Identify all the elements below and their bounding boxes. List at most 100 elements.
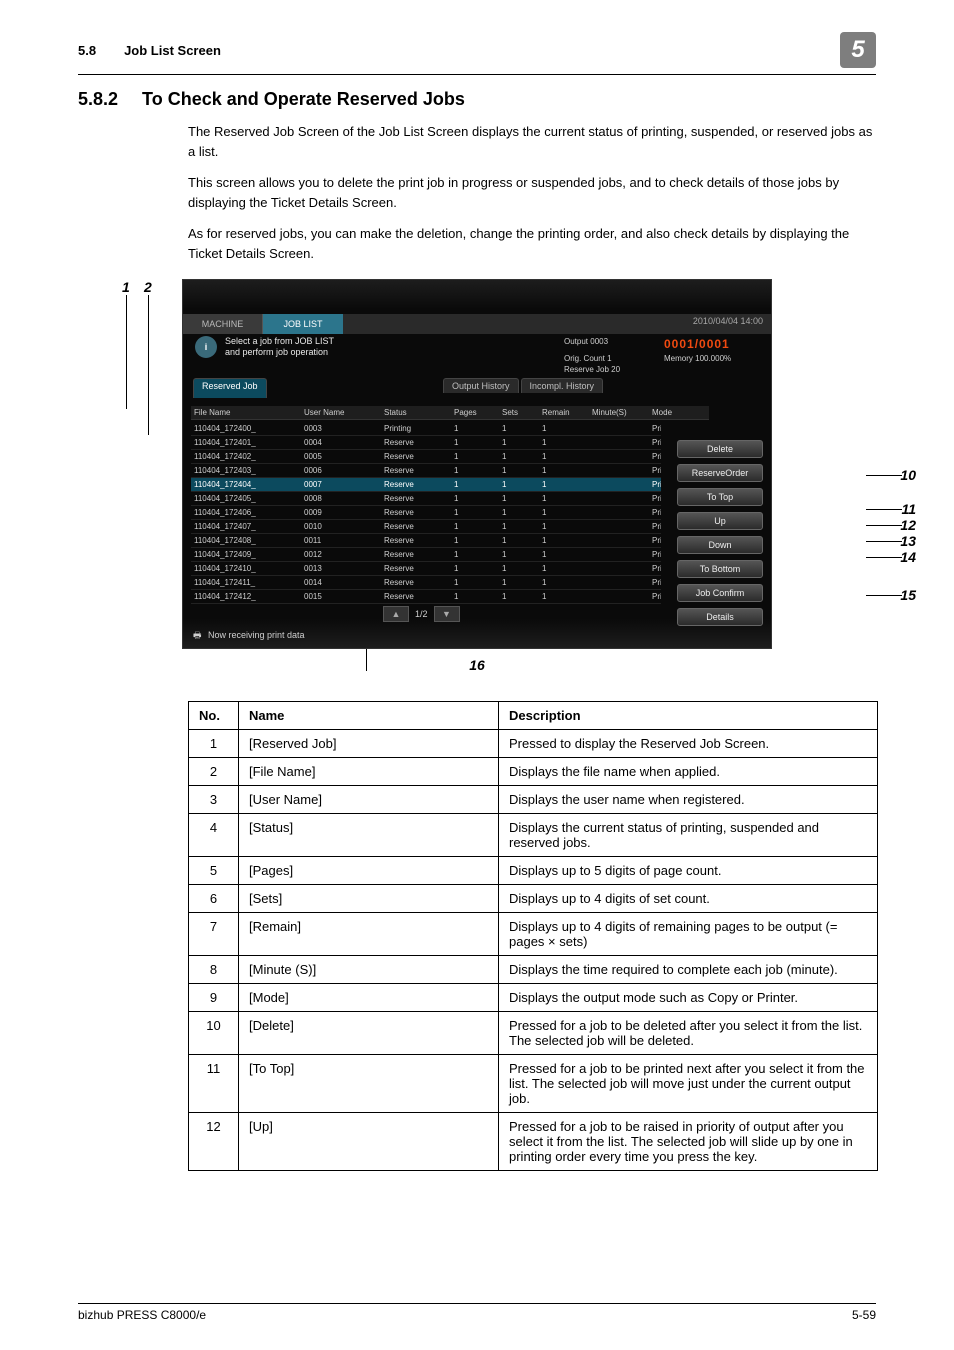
paragraph-3: As for reserved jobs, you can make the d… xyxy=(188,224,876,263)
job-cell: 1 xyxy=(451,436,499,450)
tab-reserved-job[interactable]: Reserved Job xyxy=(193,378,267,398)
job-row[interactable]: 110404_172403_0006Reserve111Printer xyxy=(191,464,661,478)
job-confirm-button[interactable]: Job Confirm xyxy=(677,584,763,602)
job-cell: Printer xyxy=(649,436,661,450)
table-row: 8[Minute (S)]Displays the time required … xyxy=(189,956,878,984)
status-line: 🖶 Now receiving print data xyxy=(193,628,305,644)
job-cell: Reserve xyxy=(381,562,451,576)
job-row[interactable]: 110404_172410_0013Reserve111Printer xyxy=(191,562,661,576)
cell-desc: Pressed for a job to be printed next aft… xyxy=(499,1055,878,1113)
cell-no: 8 xyxy=(189,956,239,984)
job-cell: 1 xyxy=(451,450,499,464)
job-cell: 1 xyxy=(499,464,539,478)
chapter-badge: 5 xyxy=(840,32,876,68)
job-cell: Reserve xyxy=(381,436,451,450)
job-cell: Reserve xyxy=(381,548,451,562)
heading-number: 5.8.2 xyxy=(78,89,118,110)
stat-reserve: Reserve Job 20 xyxy=(561,364,661,376)
table-row: 4[Status]Displays the current status of … xyxy=(189,814,878,857)
job-cell: Printer xyxy=(649,492,661,506)
machine-tab[interactable]: MACHINE xyxy=(183,314,263,334)
job-cell xyxy=(589,562,649,576)
cell-desc: Pressed to display the Reserved Job Scre… xyxy=(499,730,878,758)
callout-1: 1 xyxy=(122,279,130,295)
job-cell xyxy=(589,422,649,436)
cell-name: [Up] xyxy=(239,1113,499,1171)
job-cell: 110404_172403_ xyxy=(191,464,301,478)
job-cell: Reserve xyxy=(381,506,451,520)
job-cell: 1 xyxy=(539,520,589,534)
callout-2: 2 xyxy=(144,279,152,295)
cell-name: [Pages] xyxy=(239,857,499,885)
job-row[interactable]: 110404_172400_0003Printing111Printer xyxy=(191,422,661,436)
job-cell: 0009 xyxy=(301,506,381,520)
section-number: 5.8 xyxy=(78,43,96,58)
job-cell: 0006 xyxy=(301,464,381,478)
job-row[interactable]: 110404_172406_0009Reserve111Printer xyxy=(191,506,661,520)
cell-no: 11 xyxy=(189,1055,239,1113)
job-cell: 1 xyxy=(539,464,589,478)
page-prev[interactable]: ▲ xyxy=(383,606,409,622)
reserve-order-button[interactable]: ReserveOrder xyxy=(677,464,763,482)
job-cell: Printer xyxy=(649,576,661,590)
to-bottom-button[interactable]: To Bottom xyxy=(677,560,763,578)
page-next[interactable]: ▼ xyxy=(434,606,460,622)
callout-14: 14 xyxy=(900,549,916,565)
side-button-panel: Delete ReserveOrder To Top Up Down To Bo… xyxy=(677,440,763,626)
screenshot-figure: 1 2 3 4 5 6 7 8 9 10 11 12 13 14 15 xyxy=(78,279,876,649)
details-button[interactable]: Details xyxy=(677,608,763,626)
page-indicator: 1/2 xyxy=(415,609,428,619)
job-cell: 1 xyxy=(499,562,539,576)
cell-name: [Mode] xyxy=(239,984,499,1012)
th-name: Name xyxy=(239,702,499,730)
job-cell: 1 xyxy=(451,562,499,576)
col-user: User Name xyxy=(301,406,381,420)
job-cell: 1 xyxy=(451,422,499,436)
job-cell: 1 xyxy=(499,576,539,590)
down-button[interactable]: Down xyxy=(677,536,763,554)
callout-10: 10 xyxy=(900,467,916,483)
col-sets: Sets xyxy=(499,406,539,420)
job-row[interactable]: 110404_172408_0011Reserve111Printer xyxy=(191,534,661,548)
up-button[interactable]: Up xyxy=(677,512,763,530)
cell-desc: Displays the output mode such as Copy or… xyxy=(499,984,878,1012)
cell-no: 3 xyxy=(189,786,239,814)
job-row[interactable]: 110404_172405_0008Reserve111Printer xyxy=(191,492,661,506)
job-cell: 1 xyxy=(499,506,539,520)
job-cell: Printer xyxy=(649,478,661,492)
job-row[interactable]: 110404_172409_0012Reserve111Printer xyxy=(191,548,661,562)
job-row[interactable]: 110404_172401_0004Reserve111Printer xyxy=(191,436,661,450)
job-cell xyxy=(589,534,649,548)
job-row[interactable]: 110404_172411_0014Reserve111Printer xyxy=(191,576,661,590)
joblist-tab[interactable]: JOB LIST xyxy=(263,314,343,334)
job-cell: 1 xyxy=(539,534,589,548)
job-cell: 1 xyxy=(499,422,539,436)
job-cell: 1 xyxy=(499,534,539,548)
tab-incompl-history[interactable]: Incompl. History xyxy=(521,378,604,393)
tab-output-history[interactable]: Output History xyxy=(443,378,519,393)
cell-name: [To Top] xyxy=(239,1055,499,1113)
table-row: 1[Reserved Job]Pressed to display the Re… xyxy=(189,730,878,758)
job-cell: 0015 xyxy=(301,590,381,604)
table-row: 3[User Name]Displays the user name when … xyxy=(189,786,878,814)
job-cell: Reserve xyxy=(381,534,451,548)
info-icon: i xyxy=(195,336,217,358)
job-cell xyxy=(589,520,649,534)
callout-12: 12 xyxy=(900,517,916,533)
job-row[interactable]: 110404_172407_0010Reserve111Printer xyxy=(191,520,661,534)
info-line1: Select a job from JOB LIST xyxy=(225,336,334,347)
job-row[interactable]: 110404_172404_0007Reserve111Printer xyxy=(191,478,661,492)
delete-button[interactable]: Delete xyxy=(677,440,763,458)
job-row[interactable]: 110404_172412_0015Reserve111Printer xyxy=(191,590,661,604)
table-row: 5[Pages]Displays up to 5 digits of page … xyxy=(189,857,878,885)
job-row[interactable]: 110404_172402_0005Reserve111Printer xyxy=(191,450,661,464)
status-text: Now receiving print data xyxy=(208,630,305,640)
job-cell xyxy=(589,590,649,604)
to-top-button[interactable]: To Top xyxy=(677,488,763,506)
cell-no: 10 xyxy=(189,1012,239,1055)
job-cell xyxy=(589,436,649,450)
stat-orig: Orig. Count 1 xyxy=(561,353,661,365)
cell-desc: Displays the time required to complete e… xyxy=(499,956,878,984)
job-cell: 110404_172413_ xyxy=(191,604,301,606)
stat-count: 0001/0001 xyxy=(661,336,761,353)
